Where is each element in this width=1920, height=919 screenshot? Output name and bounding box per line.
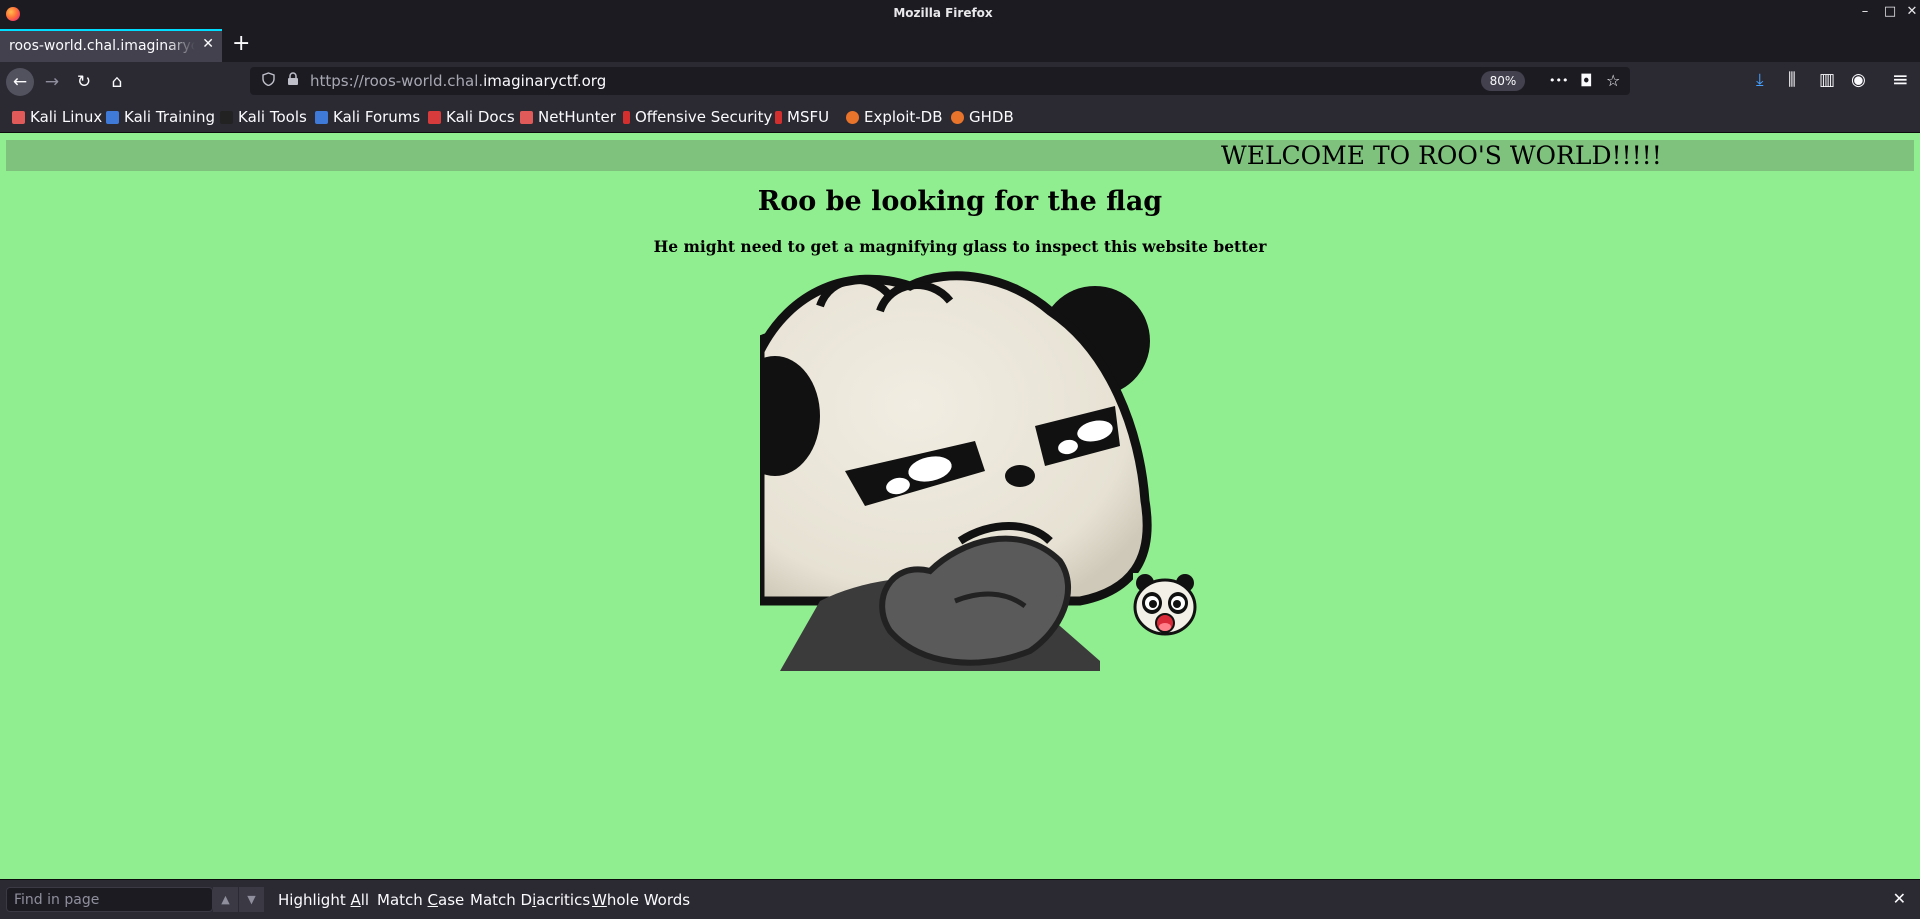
bookmark-label: Exploit-DB xyxy=(864,108,943,126)
reload-button[interactable]: ↻ xyxy=(70,68,98,96)
account-icon[interactable]: ◉ xyxy=(1851,70,1866,90)
window-title: Mozilla Firefox xyxy=(893,6,993,20)
downloads-icon[interactable]: ⤓ xyxy=(1756,70,1764,90)
bookmark-kali-docs[interactable]: Kali Docs xyxy=(428,108,515,126)
kali-training-icon xyxy=(106,111,119,124)
bookmark-nethunter[interactable]: NetHunter xyxy=(520,108,616,126)
bookmark-label: Offensive Security xyxy=(635,108,773,126)
find-next-button[interactable]: ▼ xyxy=(239,887,264,912)
highlight-all-button[interactable]: Highlight All xyxy=(278,891,369,909)
bookmark-kali-training[interactable]: Kali Training xyxy=(106,108,215,126)
find-previous-button[interactable]: ▲ xyxy=(213,887,238,912)
bookmark-label: MSFU xyxy=(787,108,830,126)
pocket-icon[interactable]: ◘ xyxy=(1580,71,1593,90)
tab-strip: roos-world.chal.imaginaryctf.org ✕ + xyxy=(0,27,1920,62)
sidebar-icon[interactable]: ▥ xyxy=(1819,70,1835,90)
page-actions-icon[interactable]: ••• xyxy=(1549,74,1568,87)
bookmark-label: Kali Training xyxy=(124,108,216,126)
marquee-text: WELCOME TO ROO'S WORLD!!!!! xyxy=(1221,141,1662,170)
back-button[interactable]: ← xyxy=(6,68,34,96)
msfu-icon xyxy=(775,111,782,124)
menu-icon[interactable]: ≡ xyxy=(1892,67,1909,91)
bookmark-label: NetHunter xyxy=(538,108,616,126)
close-find-bar-icon[interactable]: ✕ xyxy=(1893,889,1906,908)
bookmark-label: Kali Linux xyxy=(30,108,103,126)
find-in-page-input[interactable] xyxy=(6,887,213,912)
bookmark-label: GHDB xyxy=(969,108,1014,126)
option-text: Match D xyxy=(470,891,533,909)
window-titlebar: Mozilla Firefox – □ ✕ xyxy=(0,0,1920,27)
maximize-button[interactable]: □ xyxy=(1883,4,1897,19)
bookmark-label: Kali Tools xyxy=(238,108,307,126)
ghdb-icon xyxy=(951,111,964,124)
bookmark-label: Kali Docs xyxy=(446,108,515,126)
option-accesskey: C xyxy=(427,891,439,909)
option-text: ase xyxy=(438,891,465,909)
option-text: acritics xyxy=(536,891,591,909)
forward-button[interactable]: → xyxy=(38,68,66,96)
option-accesskey: A xyxy=(350,891,361,909)
option-text: Match xyxy=(377,891,428,909)
kali-tools-icon xyxy=(220,111,233,124)
kali-docs-icon xyxy=(428,111,441,124)
home-button[interactable]: ⌂ xyxy=(103,68,131,96)
bookmarks-toolbar: Kali Linux Kali Training Kali Tools Kali… xyxy=(0,101,1920,133)
match-diacritics-button[interactable]: Match Diacritics xyxy=(470,891,590,909)
option-accesskey: W xyxy=(592,891,607,909)
lock-icon[interactable] xyxy=(287,72,299,90)
whole-words-button[interactable]: Whole Words xyxy=(592,891,690,909)
tab-title: roos-world.chal.imaginaryctf.org xyxy=(9,38,195,54)
option-text: Highlight xyxy=(278,891,351,909)
bookmark-label: Kali Forums xyxy=(333,108,421,126)
tab-close-icon[interactable]: ✕ xyxy=(202,36,214,52)
url-host: imaginaryctf.org xyxy=(483,72,607,90)
bookmark-offensive-security[interactable]: Offensive Security xyxy=(623,108,772,126)
bookmark-kali-tools[interactable]: Kali Tools xyxy=(220,108,307,126)
close-window-button[interactable]: ✕ xyxy=(1905,4,1919,19)
bookmark-kali-linux[interactable]: Kali Linux xyxy=(12,108,102,126)
bookmark-ghdb[interactable]: GHDB xyxy=(951,108,1014,126)
kali-dragon-icon xyxy=(12,111,25,124)
url-bar[interactable]: https://roos-world.chal.imaginaryctf.org… xyxy=(250,67,1630,95)
page-content: WELCOME TO ROO'S WORLD!!!!! Roo be looki… xyxy=(0,133,1920,879)
roo-thinking-image xyxy=(760,271,1152,671)
kali-forums-icon xyxy=(315,111,328,124)
minimize-button[interactable]: – xyxy=(1858,4,1872,19)
bookmark-star-icon[interactable]: ☆ xyxy=(1606,71,1620,90)
panda-surprised-icon xyxy=(1133,573,1197,637)
tracking-protection-icon[interactable] xyxy=(262,72,275,90)
bookmark-msfu[interactable]: MSFU xyxy=(775,108,829,126)
url-prefix: https://roos-world.chal. xyxy=(310,72,484,90)
tab-roos-world[interactable]: roos-world.chal.imaginaryctf.org ✕ xyxy=(0,29,222,62)
url-text[interactable]: https://roos-world.chal.imaginaryctf.org xyxy=(310,72,606,90)
nethunter-icon xyxy=(520,111,533,124)
offsec-icon xyxy=(623,111,630,124)
find-bar: ▲ ▼ Highlight All Match Case Match Diacr… xyxy=(0,879,1920,919)
exploit-db-icon xyxy=(846,111,859,124)
option-text: hole Words xyxy=(606,891,691,909)
welcome-marquee: WELCOME TO ROO'S WORLD!!!!! xyxy=(6,140,1914,171)
match-case-button[interactable]: Match Case xyxy=(377,891,464,909)
option-text: ll xyxy=(360,891,370,909)
page-subheading: He might need to get a magnifying glass … xyxy=(653,237,1267,256)
bookmark-exploit-db[interactable]: Exploit-DB xyxy=(846,108,943,126)
library-icon[interactable]: ⫼ xyxy=(1788,70,1796,90)
page-heading: Roo be looking for the flag xyxy=(757,186,1163,217)
navigation-toolbar: ← → ↻ ⌂ https://roos-world.chal.imaginar… xyxy=(0,62,1920,101)
new-tab-button[interactable]: + xyxy=(232,31,250,56)
bookmark-kali-forums[interactable]: Kali Forums xyxy=(315,108,420,126)
zoom-level-badge[interactable]: 80% xyxy=(1481,71,1525,91)
